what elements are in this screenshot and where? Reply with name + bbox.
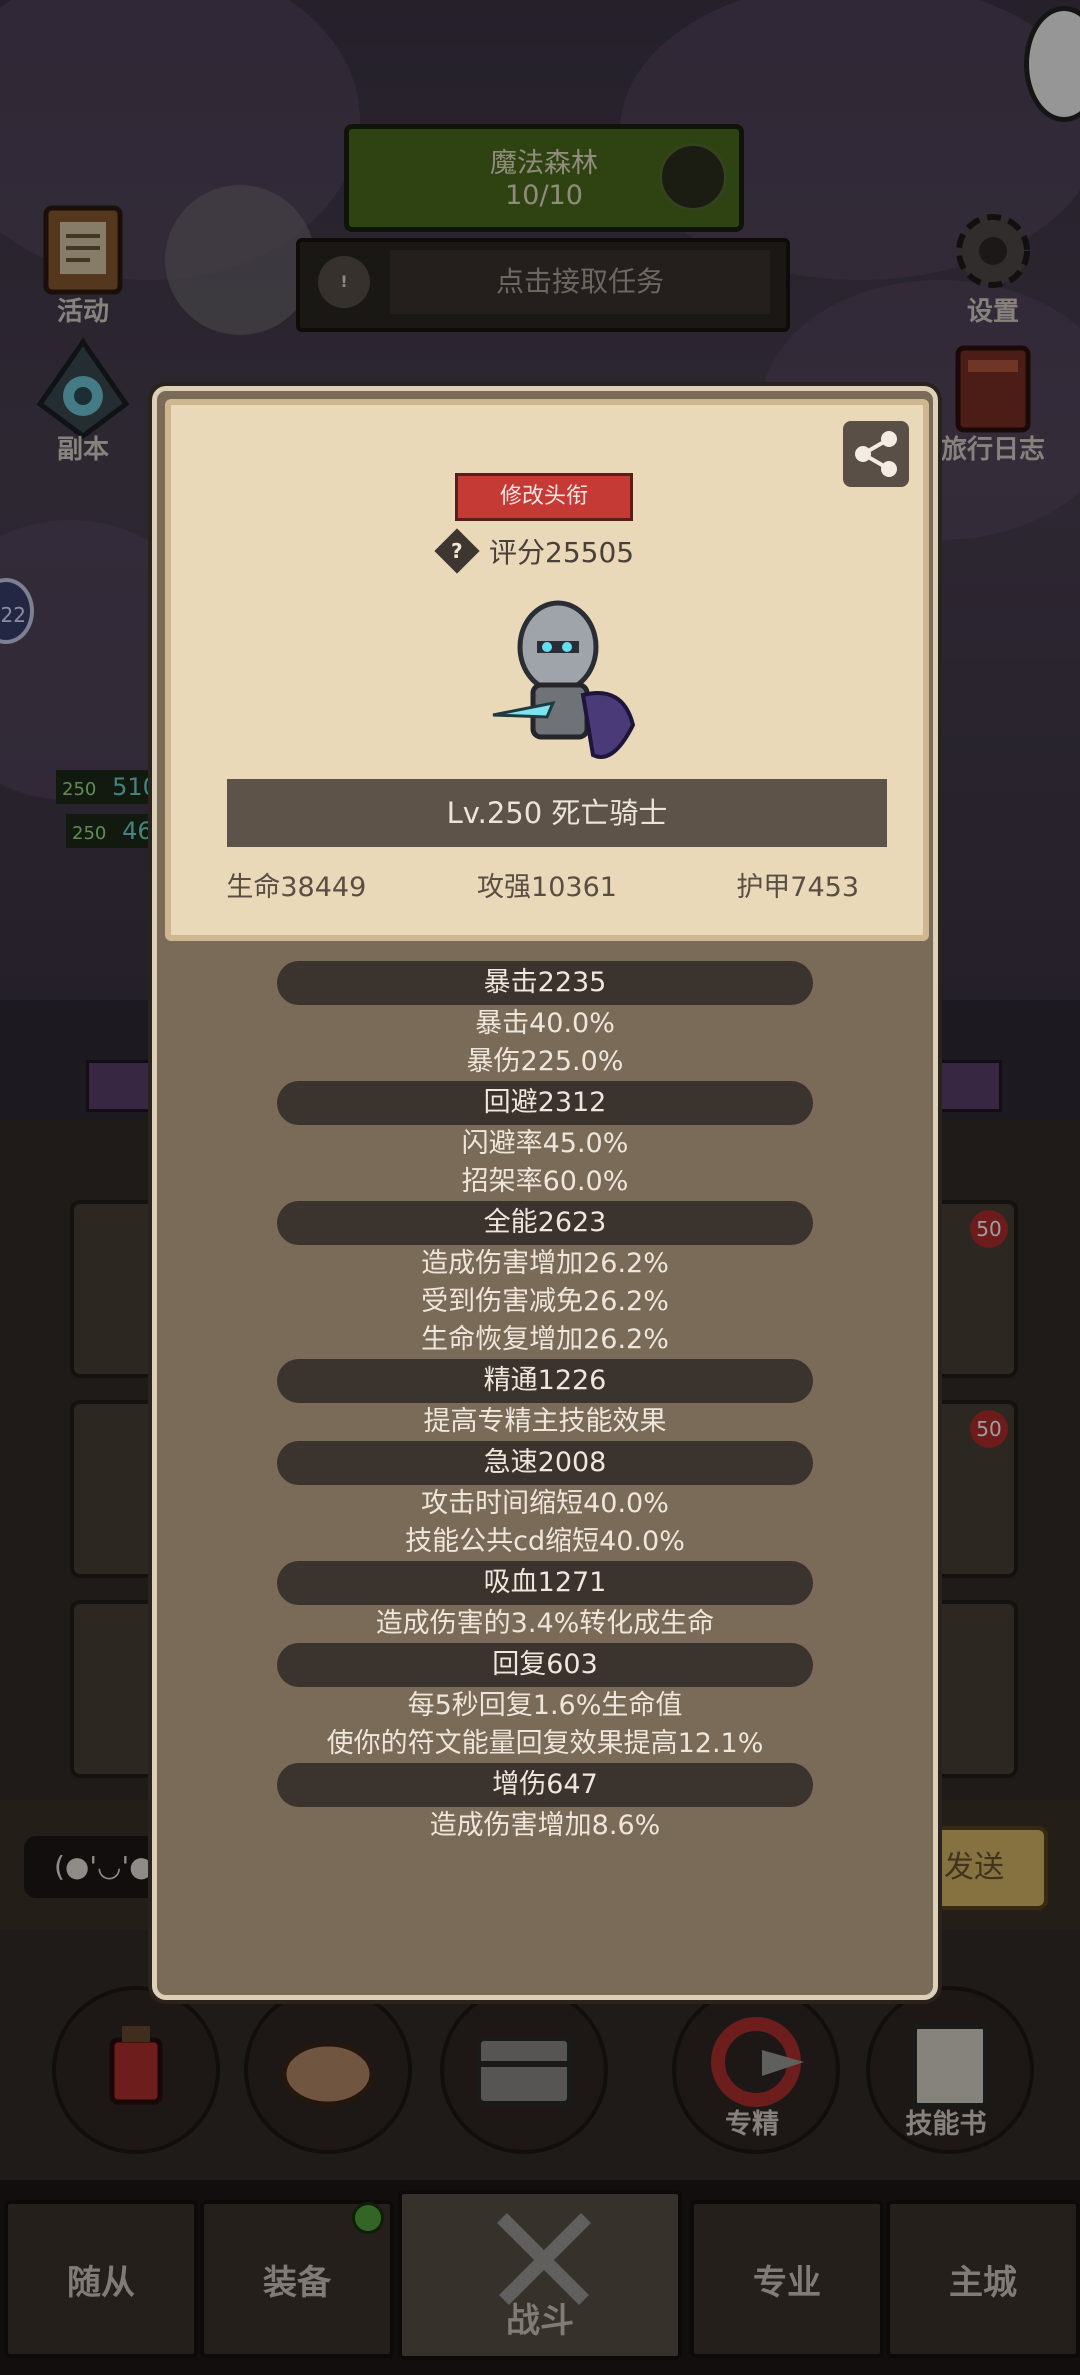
stat-header-avoidance: 回避2312 bbox=[277, 1081, 813, 1125]
stat-header-damage-bonus: 增伤647 bbox=[277, 1763, 813, 1807]
stat-header-regen: 回复603 bbox=[277, 1643, 813, 1687]
stat-header-mastery: 精通1226 bbox=[277, 1359, 813, 1403]
stat-detail: 造成伤害增加8.6% bbox=[429, 1810, 661, 1841]
stat-armor: 护甲7453 bbox=[736, 872, 860, 903]
stat-header-haste: 急速2008 bbox=[277, 1441, 813, 1485]
help-icon[interactable]: ? bbox=[434, 528, 480, 574]
stat-detail: 造成伤害增加26.2% bbox=[421, 1248, 669, 1279]
stat-detail: 闪避率45.0% bbox=[461, 1128, 629, 1159]
stat-header-versatility: 全能2623 bbox=[277, 1201, 813, 1245]
stat-detail: 提高专精主技能效果 bbox=[423, 1406, 667, 1437]
stat-detail: 每5秒回复1.6%生命值 bbox=[407, 1690, 683, 1721]
stat-attack-power: 攻强10361 bbox=[477, 872, 617, 903]
share-button[interactable] bbox=[843, 421, 909, 487]
stat-detail: 技能公共cd缩短40.0% bbox=[405, 1526, 685, 1557]
stat-detail: 造成伤害的3.4%转化成生命 bbox=[375, 1608, 715, 1639]
stat-header-lifesteal: 吸血1271 bbox=[277, 1561, 813, 1605]
stat-detail: 暴伤225.0% bbox=[466, 1046, 624, 1077]
share-icon bbox=[855, 431, 897, 477]
help-icon-glyph: ? bbox=[451, 538, 463, 563]
score-row: ? 评分25505 bbox=[434, 528, 635, 574]
death-knight-avatar bbox=[492, 600, 636, 759]
hero-name: Lv.250 死亡骑士 bbox=[227, 779, 887, 847]
edit-title-button[interactable]: 修改头衔 bbox=[455, 473, 633, 521]
stat-detail: 生命恢复增加26.2% bbox=[421, 1324, 669, 1355]
stat-detail: 受到伤害减免26.2% bbox=[421, 1286, 669, 1317]
secondary-stats: 暴击2235 暴击40.0% 暴伤225.0% 回避2312 闪避率45.0% … bbox=[157, 961, 933, 1845]
character-stats-modal: 修改头衔 ? 评分25505 Lv.250 死亡骑士 生命38449 攻强103… bbox=[152, 386, 938, 2000]
stat-detail: 攻击时间缩短40.0% bbox=[421, 1488, 669, 1519]
primary-stats: 生命38449 攻强10361 护甲7453 bbox=[171, 865, 923, 904]
stat-detail: 暴击40.0% bbox=[475, 1008, 615, 1039]
stat-detail: 招架率60.0% bbox=[461, 1166, 629, 1197]
character-card: 修改头衔 ? 评分25505 Lv.250 死亡骑士 生命38449 攻强103… bbox=[165, 399, 929, 941]
stat-header-crit: 暴击2235 bbox=[277, 961, 813, 1005]
score-value: 评分25505 bbox=[489, 536, 635, 569]
stat-health: 生命38449 bbox=[226, 872, 367, 903]
stat-detail: 使你的符文能量回复效果提高12.1% bbox=[326, 1728, 764, 1759]
